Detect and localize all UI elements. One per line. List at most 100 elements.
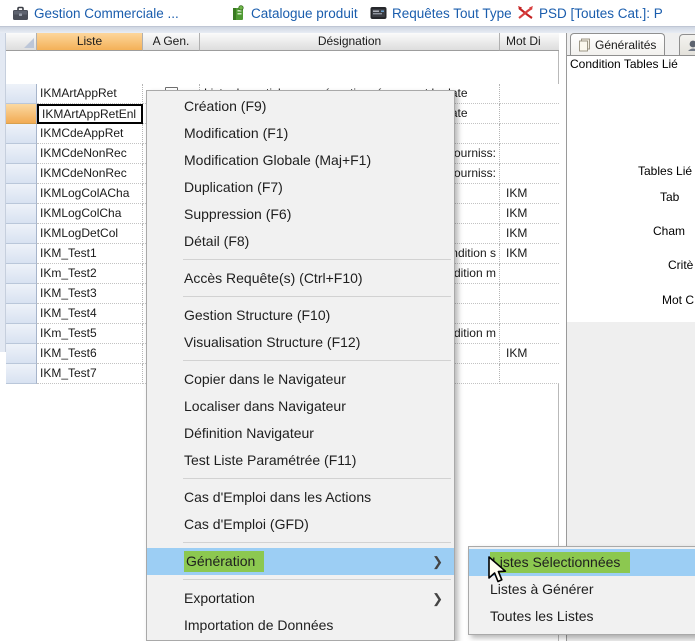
menu-item-cas-emploi-gfd[interactable]: Cas d'Emploi (GFD): [147, 511, 454, 538]
tab-generalites[interactable]: Généralités: [570, 33, 665, 55]
menu-item-cas-emploi-actions[interactable]: Cas d'Emploi dans les Actions: [147, 484, 454, 511]
cell-liste[interactable]: IKMArtAppRet: [37, 84, 143, 104]
column-header-a-gen[interactable]: A Gen.: [143, 33, 200, 51]
menu-item-visualisation-structure[interactable]: Visualisation Structure (F12): [147, 329, 454, 356]
cell-liste[interactable]: IKM_Test3: [37, 284, 143, 304]
topbar-item-label: PSD [Toutes Cat.]: P: [539, 6, 663, 21]
cell-liste[interactable]: IKMCdeNonRec: [37, 164, 143, 184]
topbar-item-gestion-commerciale[interactable]: Gestion Commerciale ...: [12, 3, 179, 23]
column-header-mot[interactable]: Mot Di: [500, 33, 559, 51]
menu-item-definition-navigateur[interactable]: Définition Navigateur: [147, 420, 454, 447]
toolbar-separator-strip: [0, 26, 695, 33]
cell-mot[interactable]: [500, 284, 559, 304]
menu-item-modification-globale[interactable]: Modification Globale (Maj+F1): [147, 147, 454, 174]
details-fields-area: [567, 55, 695, 322]
pages-icon: [578, 38, 591, 52]
row-header[interactable]: [6, 324, 37, 344]
tab-next-partial[interactable]: [679, 34, 695, 55]
menu-item-detail[interactable]: Détail (F8): [147, 228, 454, 255]
cell-mot[interactable]: IKM: [500, 344, 559, 364]
cell-mot[interactable]: [500, 84, 559, 104]
menu-item-generation-label: Génération: [184, 551, 264, 572]
menu-separator: [183, 259, 451, 260]
topbar-item-label: Requêtes Tout Type: [392, 6, 512, 21]
select-all-triangle-icon: [24, 38, 34, 48]
row-header[interactable]: [6, 244, 37, 264]
menu-item-localiser-navigateur[interactable]: Localiser dans Navigateur: [147, 393, 454, 420]
menu-item-generation[interactable]: Génération ❯: [147, 548, 454, 575]
cell-liste[interactable]: IKMLogColCha: [37, 204, 143, 224]
cell-mot[interactable]: [500, 364, 559, 384]
menu-item-suppression[interactable]: Suppression (F6): [147, 201, 454, 228]
cell-mot[interactable]: IKM: [500, 204, 559, 224]
menu-item-creation[interactable]: Création (F9): [147, 93, 454, 120]
cell-liste[interactable]: IKMLogColACha: [37, 184, 143, 204]
menu-item-gestion-structure[interactable]: Gestion Structure (F10): [147, 302, 454, 329]
menu-item-exportation[interactable]: Exportation ❯: [147, 585, 454, 612]
tab2-icon: [687, 39, 695, 52]
menu-separator: [183, 579, 451, 580]
row-header[interactable]: [6, 304, 37, 324]
cell-liste[interactable]: IKM_Test6: [37, 344, 143, 364]
row-header[interactable]: [6, 344, 37, 364]
cell-mot[interactable]: [500, 324, 559, 344]
cell-mot[interactable]: [500, 124, 559, 144]
cell-liste[interactable]: IKm_Test2: [37, 264, 143, 284]
row-header[interactable]: [6, 144, 37, 164]
cell-mot[interactable]: [500, 304, 559, 324]
menu-separator: [183, 542, 451, 543]
cell-liste[interactable]: IKM_Test1: [37, 244, 143, 264]
cell-liste[interactable]: IKm_Test5: [37, 324, 143, 344]
menu-item-acces-requetes[interactable]: Accès Requête(s) (Ctrl+F10): [147, 265, 454, 292]
catalog-icon: [230, 5, 246, 21]
topbar-item-catalogue-produit[interactable]: Catalogue produit: [230, 3, 358, 23]
row-header[interactable]: [6, 364, 37, 384]
row-header[interactable]: [6, 84, 37, 104]
menu-item-importation-donnees[interactable]: Importation de Données: [147, 612, 454, 639]
briefcase-icon: [12, 6, 29, 21]
submenu-item-listes-selectionnees-label: Listes Sélectionnées: [490, 552, 630, 573]
cell-liste[interactable]: IKMCdeNonRec: [37, 144, 143, 164]
cell-liste[interactable]: IKM_Test4: [37, 304, 143, 324]
menu-separator: [183, 296, 451, 297]
menu-item-duplication[interactable]: Duplication (F7): [147, 174, 454, 201]
label-criteres: Critè: [668, 258, 693, 272]
app-window: { "topbar": { "items": [ { "label": "Ges…: [0, 0, 695, 641]
cell-mot[interactable]: [500, 264, 559, 284]
column-header-liste[interactable]: Liste: [37, 33, 143, 51]
menu-item-modification[interactable]: Modification (F1): [147, 120, 454, 147]
cell-mot[interactable]: [500, 144, 559, 164]
row-header[interactable]: [6, 264, 37, 284]
context-menu: Création (F9) Modification (F1) Modifica…: [146, 90, 455, 641]
select-all-corner-cell[interactable]: [6, 33, 37, 51]
row-header[interactable]: [6, 224, 37, 244]
cell-liste[interactable]: IKMCdeAppRet: [37, 124, 143, 144]
row-header[interactable]: [6, 164, 37, 184]
topbar-item-requetes-tout-type[interactable]: Requêtes Tout Type: [370, 3, 512, 23]
row-header[interactable]: [6, 184, 37, 204]
cell-mot[interactable]: IKM: [500, 224, 559, 244]
cell-liste[interactable]: IKM_Test7: [37, 364, 143, 384]
topbar-item-psd[interactable]: PSD [Toutes Cat.]: P: [517, 3, 663, 23]
row-header[interactable]: [6, 204, 37, 224]
menu-item-test-liste-parametree[interactable]: Test Liste Paramétrée (F11): [147, 447, 454, 474]
cell-mot[interactable]: IKM: [500, 184, 559, 204]
tab-label: Généralités: [595, 38, 656, 52]
top-toolbar: Gestion Commerciale ... Catalogue produi…: [0, 0, 695, 26]
cell-mot[interactable]: IKM: [500, 244, 559, 264]
row-header[interactable]: [6, 284, 37, 304]
cell-liste-selected[interactable]: IKMArtAppRetEnl: [37, 104, 143, 124]
menu-item-copier-navigateur[interactable]: Copier dans le Navigateur: [147, 366, 454, 393]
cell-liste[interactable]: IKMLogDetCol: [37, 224, 143, 244]
topbar-item-label: Gestion Commerciale ...: [34, 6, 179, 21]
row-header[interactable]: [6, 104, 37, 124]
panel-tab-bar: Généralités: [566, 33, 695, 55]
column-header-designation[interactable]: Désignation: [200, 33, 500, 51]
cell-mot[interactable]: [500, 164, 559, 184]
cell-mot[interactable]: [500, 104, 559, 124]
submenu-item-toutes-les-listes[interactable]: Toutes les Listes: [469, 603, 695, 630]
submenu-arrow-icon: ❯: [432, 548, 443, 575]
menu-item-exportation-label: Exportation: [184, 590, 255, 606]
row-header[interactable]: [6, 124, 37, 144]
mouse-cursor-icon: [487, 556, 511, 586]
